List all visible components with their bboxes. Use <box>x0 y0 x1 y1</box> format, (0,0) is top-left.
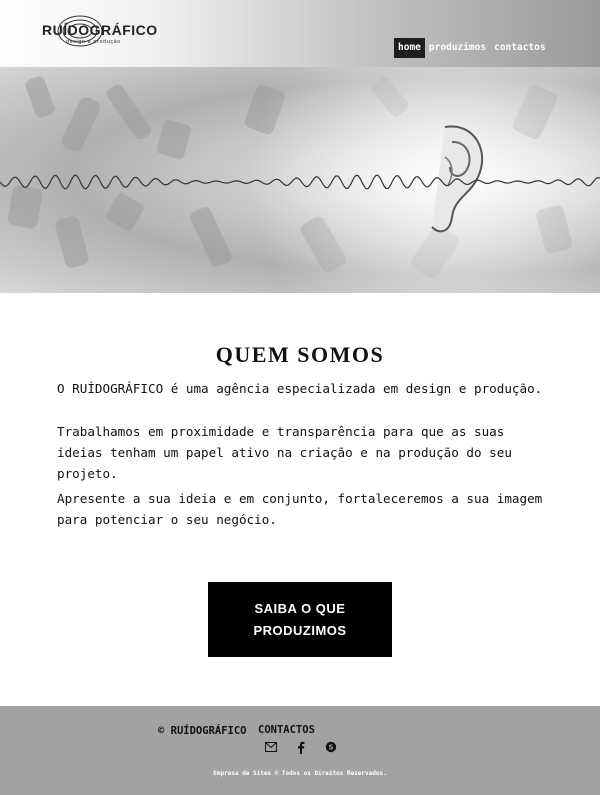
nav-produzimos[interactable]: produzimos <box>425 38 490 58</box>
envelope-icon[interactable] <box>264 740 278 754</box>
intro-paragraph-1: O RUÍDOGRÁFICO é uma agência especializa… <box>57 381 543 396</box>
cta-label: SAIBA O QUE PRODUZIMOS <box>253 600 347 638</box>
page-title: QUEM SOMOS <box>215 342 385 367</box>
intro-paragraph-2: Trabalhamos em proximidade e transparênc… <box>57 424 512 481</box>
skype-icon[interactable]: S <box>324 740 338 754</box>
footer-legal-text: Empresa de Sites © Todos os Direitos Res… <box>213 770 387 777</box>
nav-home[interactable]: home <box>394 38 425 58</box>
facebook-icon[interactable] <box>294 740 308 754</box>
svg-text:S: S <box>328 744 333 752</box>
site-header: RUÍDOGRÁFICO design e produção home prod… <box>0 0 600 67</box>
hero-banner <box>0 67 600 293</box>
logo-text: RUÍDOGRÁFICO <box>42 22 158 38</box>
site-footer: © RUÍDOGRÁFICO CONTACTOS S Empresa de Si… <box>0 706 600 795</box>
footer-contacts-title: CONTACTOS <box>258 724 315 736</box>
main-nav: home produzimos contactos <box>394 38 550 58</box>
nav-contactos[interactable]: contactos <box>490 38 549 58</box>
logo[interactable]: RUÍDOGRÁFICO design e produção <box>30 12 157 52</box>
intro-paragraph-3: Apresente a sua ideia e em conjunto, for… <box>57 491 543 527</box>
footer-social-icons: S <box>264 740 338 754</box>
ear-sound-wave-illustration <box>0 67 600 293</box>
footer-copyright: © RUÍDOGRÁFICO <box>158 725 247 737</box>
saiba-o-que-produzimos-button[interactable]: SAIBA O QUE PRODUZIMOS <box>208 582 392 657</box>
logo-tagline: design e produção <box>66 39 121 45</box>
